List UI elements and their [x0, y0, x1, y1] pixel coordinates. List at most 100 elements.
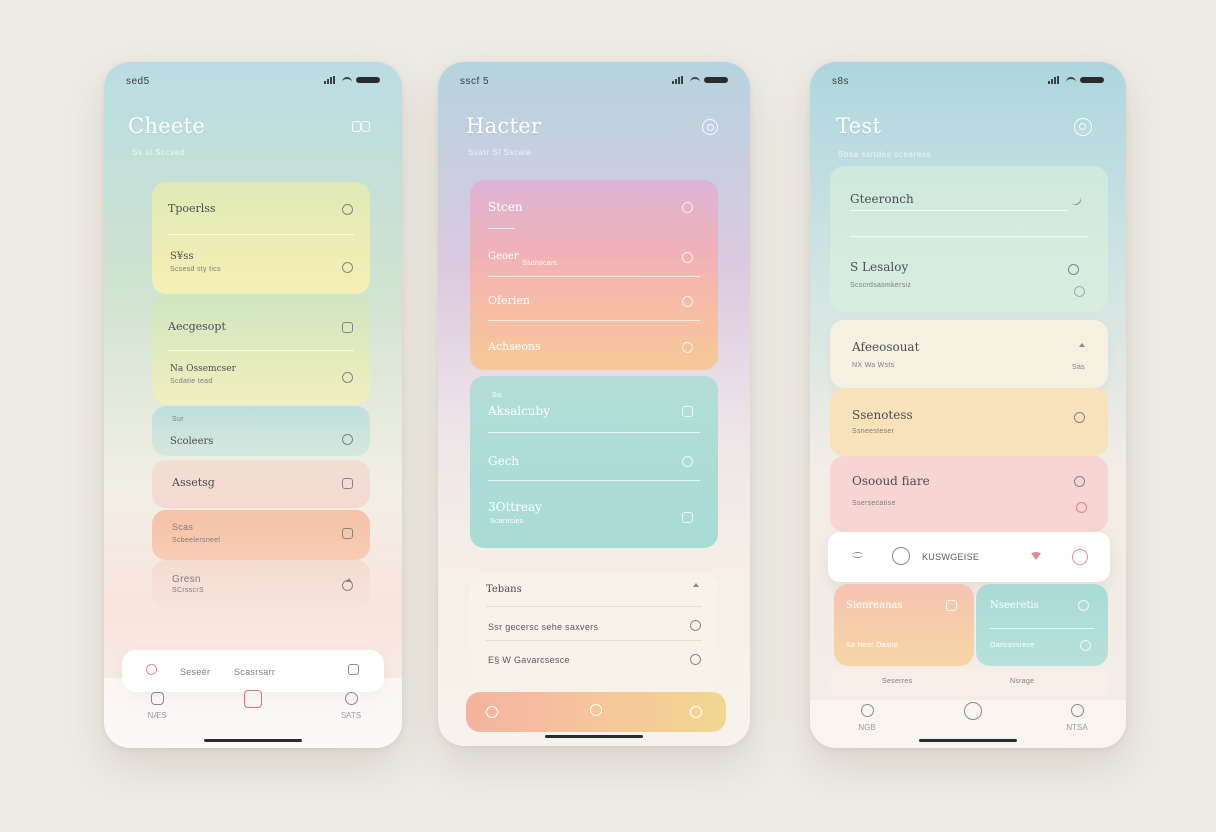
card-teal[interactable]: Sic Aksalcuby Gech 3Ottreay Scarecies [470, 376, 718, 548]
list-item-icon[interactable] [690, 620, 701, 631]
card-pink[interactable]: Osooud fiare Ssersecatise [830, 456, 1108, 532]
page-title: Hacter [466, 114, 541, 138]
divider [168, 234, 354, 235]
clock-icon[interactable] [342, 372, 353, 383]
card-rose[interactable]: Stcen Geoer Ssonscarc Oferien Achseons [470, 180, 718, 370]
padlock-icon[interactable] [682, 512, 693, 523]
home-icon [151, 692, 164, 705]
image-icon[interactable] [342, 478, 353, 489]
mini-card-subtitle: Sa Neer Oasne [846, 642, 898, 649]
record-icon[interactable] [1072, 549, 1088, 565]
arrow-icon[interactable] [1076, 346, 1087, 357]
status-bar: sscf 5 [460, 74, 728, 90]
target-icon[interactable] [1074, 118, 1092, 136]
circle-icon [964, 702, 982, 720]
list-heading: Tebans [486, 584, 522, 595]
card-blush[interactable]: Assetsg [152, 460, 370, 508]
tab-center[interactable] [238, 690, 268, 714]
card-sand[interactable]: Ssenotess Ssneesteser [830, 388, 1108, 456]
gradient-tab-bar [466, 692, 726, 732]
card-row-subtitle: Sur [172, 416, 184, 423]
footer-label[interactable]: Seserres [882, 678, 912, 685]
list-item[interactable]: Ssr gecersc sehe saxvers [488, 622, 598, 632]
mini-footer: Seserres Nsrage [830, 668, 1110, 696]
emoji-icon[interactable] [1080, 640, 1091, 651]
search-bar[interactable]: KUSWGEISE [828, 532, 1110, 582]
user-icon[interactable] [682, 202, 693, 213]
tab-home[interactable]: NGB [852, 704, 882, 732]
refresh-icon[interactable] [342, 262, 353, 273]
list-item[interactable]: E§ W Gavarcsesce [488, 655, 570, 665]
card-cream[interactable]: Afeeosouat NX Wa Wsts Sas [830, 320, 1108, 388]
tab-stats[interactable]: NTSA [1062, 704, 1092, 732]
mini-card-peach[interactable]: Sienreanas Sa Neer Oasne [834, 584, 974, 666]
star-icon[interactable] [1074, 476, 1085, 487]
tab-stats[interactable]: SATS [336, 692, 366, 720]
bow-icon[interactable] [352, 120, 370, 132]
bell-icon[interactable] [682, 252, 693, 263]
search-icon[interactable] [892, 547, 910, 565]
arrow-up-icon[interactable] [342, 580, 353, 591]
tab-center[interactable] [958, 702, 988, 726]
card-mint[interactable]: Gteeronch S Lesaloy Scscrdsasmkersiz [830, 166, 1108, 312]
bookmark-icon [244, 690, 262, 708]
card-light-pink[interactable]: Gresn SCrsscrS [152, 560, 370, 608]
lock-icon[interactable] [682, 406, 693, 417]
flower-icon[interactable] [1076, 502, 1087, 513]
chat-icon[interactable] [682, 296, 693, 307]
page-title: Cheete [128, 114, 205, 138]
card-teal[interactable]: Sur Scoleers [152, 406, 370, 456]
signal-icon [1048, 76, 1062, 84]
card-icon[interactable] [342, 528, 353, 539]
status-bar: s8s [832, 74, 1104, 90]
list-item-icon[interactable] [690, 654, 701, 665]
mini-card-title: Nseeretis [990, 600, 1039, 611]
triangle-icon[interactable] [690, 586, 701, 597]
search-input[interactable]: KUSWGEISE [922, 552, 979, 562]
tab-home[interactable]: NÆS [142, 692, 172, 720]
card-row-title: 3Ottreay [488, 500, 542, 514]
ring-icon[interactable] [702, 119, 718, 135]
menu-icon[interactable] [852, 552, 863, 558]
card-row-subtitle: Scscrdsasmkersiz [850, 282, 911, 289]
calendar-icon[interactable] [348, 664, 359, 675]
card-row-title: Aecgesopt [168, 320, 226, 333]
page-subtitle: Ss sl Sccsed [132, 148, 185, 157]
heart-icon[interactable] [1074, 412, 1085, 423]
mini-card-title: Sienreanas [846, 600, 903, 611]
box-icon[interactable] [342, 322, 353, 333]
toggle-icon[interactable] [1068, 264, 1079, 275]
divider [850, 210, 1068, 211]
footer-label[interactable]: Nsrage [1010, 678, 1034, 685]
rose-icon[interactable] [486, 706, 498, 718]
card-peach[interactable]: Scas Scbeelersneel [152, 510, 370, 560]
card-row-subtitle: SCrsscrS [172, 587, 204, 594]
card-yellow[interactable]: Tpoerlss S¥ss Scsesd sty tics [152, 182, 370, 294]
stats-icon [345, 692, 358, 705]
sun-icon[interactable] [690, 706, 702, 718]
divider [488, 228, 514, 229]
bookmark-icon[interactable] [946, 600, 957, 611]
phone-screen-3: s8s Test Sbsa ssrtdes scearess Gteeronch… [810, 62, 1126, 748]
info-icon[interactable] [342, 434, 353, 445]
heart-icon[interactable] [146, 664, 157, 675]
dot-icon[interactable] [1074, 286, 1085, 297]
card-row-title: Osooud fiare [852, 474, 930, 488]
tab-bar: NGB NTSA [810, 700, 1126, 748]
heart-icon[interactable] [1030, 552, 1042, 560]
action-label[interactable]: Seseër [180, 667, 210, 677]
card-row-subtitle: Scas [172, 522, 193, 532]
divider [990, 628, 1094, 629]
pencil-icon[interactable] [1068, 192, 1083, 207]
settings-icon[interactable] [682, 342, 693, 353]
face-icon[interactable] [590, 704, 602, 716]
bubble-icon[interactable] [1078, 600, 1089, 611]
card-row-title: S¥ss [170, 251, 193, 262]
flower-icon[interactable] [342, 204, 353, 215]
action-label[interactable]: Scasrsarr [234, 667, 275, 677]
mini-card-teal[interactable]: Nseeretis Oancavsrece [976, 584, 1108, 666]
leaf-icon[interactable] [682, 456, 693, 467]
status-bar: sed5 [126, 74, 380, 90]
card-green[interactable]: Aecgesopt Na Ossemcser Scdatie tead [152, 296, 370, 404]
card-row-title: Gech [488, 454, 519, 468]
